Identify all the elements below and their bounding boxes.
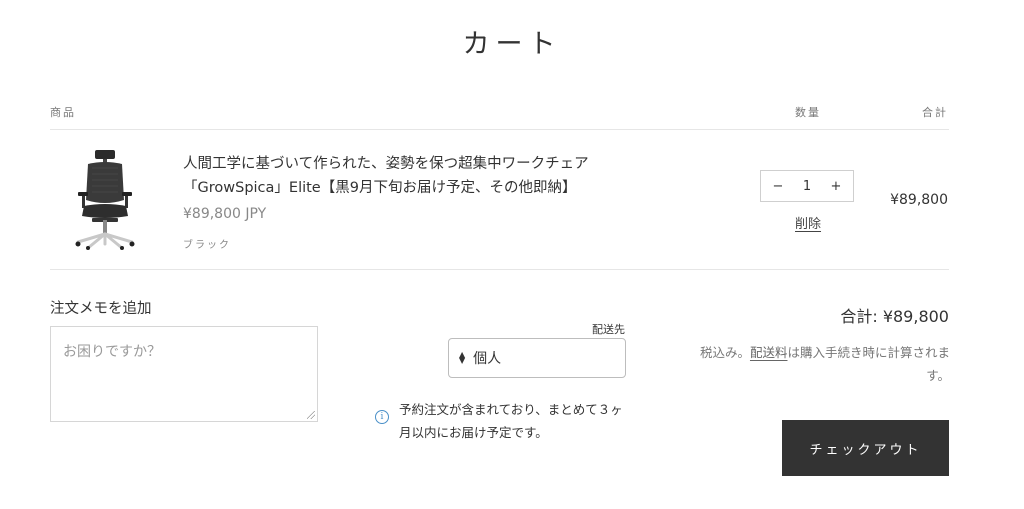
shipping-destination-label: 配送先	[592, 323, 625, 336]
remove-item-link[interactable]: 削除	[795, 213, 821, 232]
product-price: ¥89,800 JPY	[183, 206, 267, 222]
select-arrows-icon: ▲ ▼	[459, 350, 466, 365]
order-note-placeholder: お困りですか？	[63, 344, 161, 360]
cart-subtotal: 合計: ¥89,800	[840, 307, 949, 326]
info-icon: i	[375, 410, 389, 424]
line-item-total: ¥89,800	[890, 192, 948, 208]
page-title: カート	[462, 29, 562, 60]
shipping-destination-select[interactable]: ▲ ▼ 個人	[448, 338, 626, 378]
column-header-product: 商品	[50, 106, 76, 119]
product-image[interactable]	[70, 148, 140, 250]
product-name[interactable]: 人間工学に基づいて作られた、姿勢を保つ超集中ワークチェア「GrowSpica」E…	[183, 152, 623, 200]
column-header-total: 合計	[922, 106, 948, 119]
tax-note: 税込み。配送料は購入手続き時に計算されます。	[680, 341, 950, 387]
increase-quantity-button[interactable]: +	[825, 179, 847, 194]
checkout-button[interactable]: チェックアウト	[782, 420, 949, 476]
divider	[50, 269, 949, 270]
resize-handle-icon[interactable]	[307, 411, 315, 419]
shipping-destination-value: 個人	[473, 351, 502, 367]
decrease-quantity-button[interactable]: −	[767, 179, 789, 194]
product-variant: ブラック	[183, 240, 231, 251]
order-note-textarea[interactable]: お困りですか？	[50, 326, 318, 422]
tax-note-suffix: は購入手続き時に計算されます。	[787, 345, 950, 383]
quantity-stepper: − 1 +	[760, 170, 854, 202]
divider	[50, 129, 949, 130]
preorder-info-text: 予約注文が含まれており、まとめて３ヶ月以内にお届け予定です。	[399, 402, 623, 440]
quantity-input[interactable]: 1	[796, 179, 818, 194]
order-note-label: 注文メモを追加	[50, 301, 152, 317]
shipping-fee-link[interactable]: 配送料	[750, 345, 788, 360]
tax-note-prefix: 税込み。	[699, 345, 750, 360]
column-header-quantity: 数量	[795, 106, 821, 119]
